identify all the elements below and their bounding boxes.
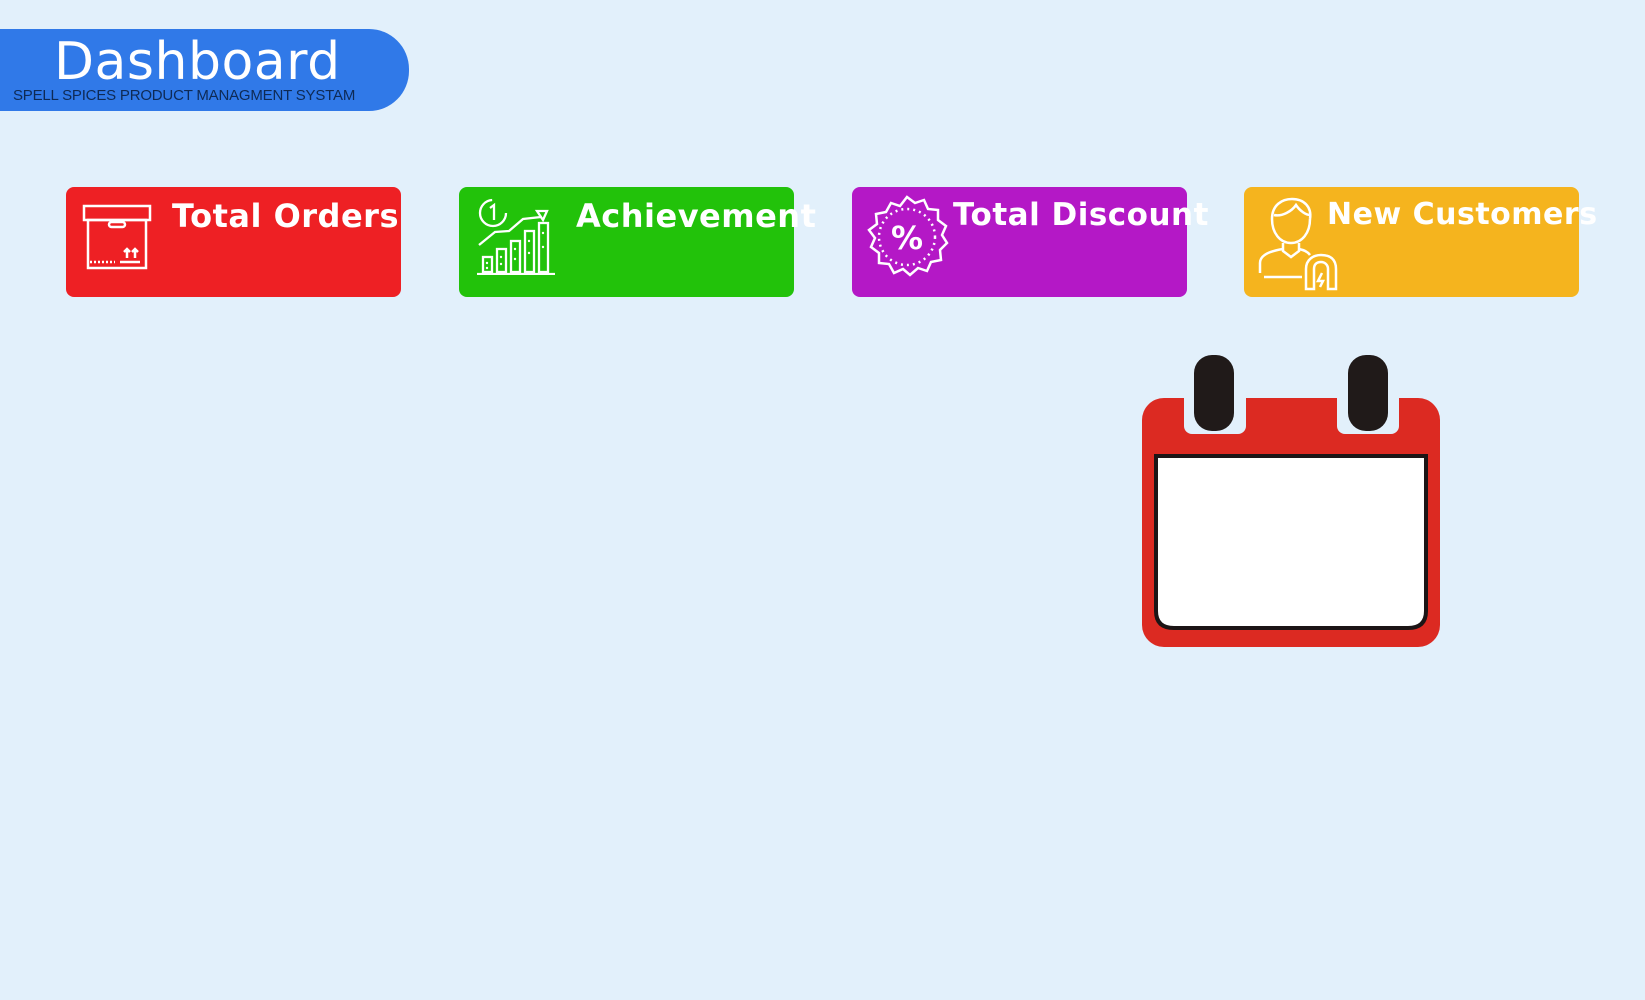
achievement-card[interactable]: Achievement xyxy=(459,187,816,297)
page-subtitle: SPELL SPICES PRODUCT MANAGMENT SYSTAM xyxy=(13,87,356,104)
growth-chart-icon xyxy=(477,198,555,275)
total-discount-card[interactable]: % Total Discount xyxy=(852,187,1208,297)
dashboard-header: Dashboard SPELL SPICES PRODUCT MANAGMENT… xyxy=(0,29,409,111)
box-icon xyxy=(82,204,152,270)
calendar-icon[interactable] xyxy=(1142,353,1440,647)
new-customers-label: New Customers xyxy=(1327,197,1598,232)
discount-badge-icon: % xyxy=(867,195,949,277)
page-title: Dashboard xyxy=(54,32,341,92)
total-discount-label: Total Discount xyxy=(953,197,1209,233)
total-orders-card[interactable]: Total Orders xyxy=(66,187,401,297)
total-orders-label: Total Orders xyxy=(172,197,399,235)
new-customers-card[interactable]: New Customers xyxy=(1244,187,1597,297)
svg-text:%: % xyxy=(891,219,923,257)
achievement-label: Achievement xyxy=(576,197,817,235)
